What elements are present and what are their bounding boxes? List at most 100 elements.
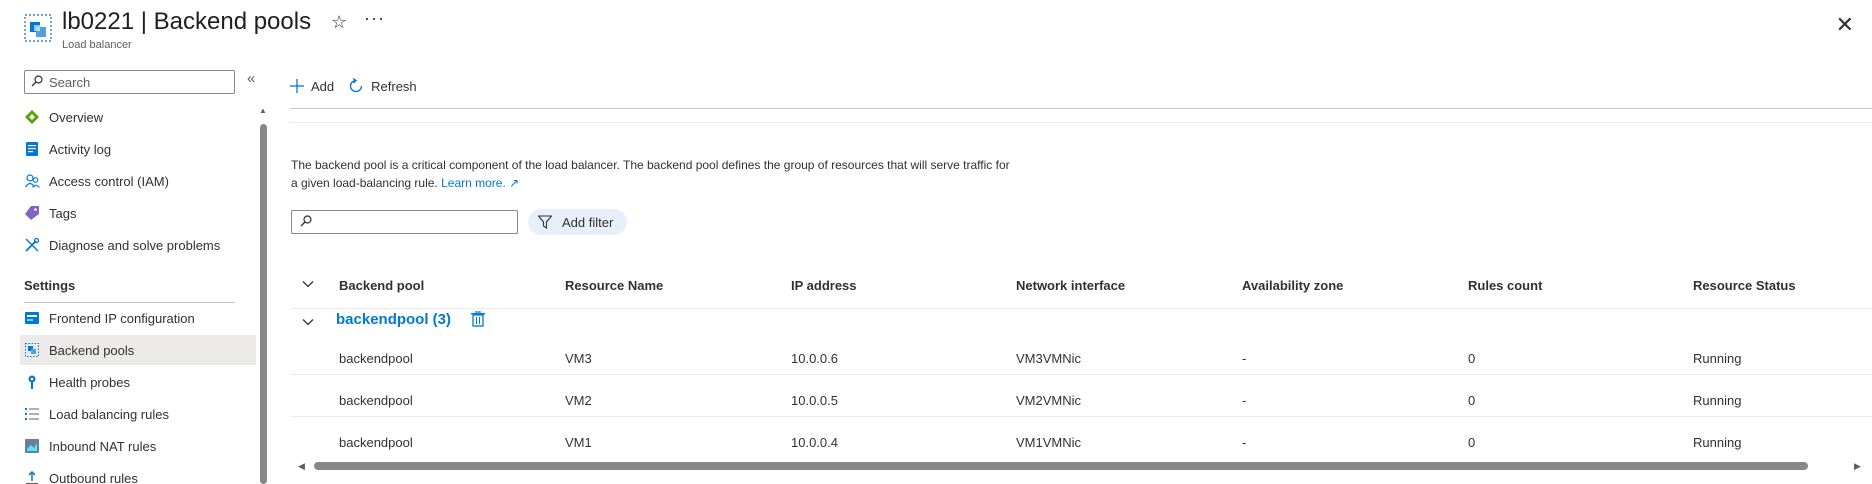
backend-pool-group-link[interactable]: backendpool (3) (336, 311, 451, 328)
table-cell: Running (1693, 351, 1742, 366)
table-cell: backendpool (339, 393, 413, 408)
learn-more-link[interactable]: Learn more. ↗ (441, 176, 519, 190)
scroll-left-icon[interactable]: ◀ (298, 461, 305, 472)
backend-pool-icon (24, 342, 40, 358)
sidebar-item-overview[interactable]: Overview (20, 102, 256, 132)
table-cell: VM3 (565, 351, 592, 366)
table-search-box[interactable] (291, 210, 518, 234)
group-collapse-chevron-icon[interactable] (302, 316, 314, 331)
sidebar-scrollbar[interactable] (260, 124, 267, 484)
content-divider (290, 122, 1872, 123)
table-cell: VM2VMNic (1016, 393, 1082, 408)
refresh-button[interactable]: Refresh (348, 78, 417, 94)
sidebar-item-label: Outbound rules (49, 470, 138, 484)
scroll-right-icon[interactable]: ▶ (1854, 461, 1861, 472)
command-bar: Add Refresh (290, 78, 431, 94)
sidebar-item-tags[interactable]: Tags (20, 198, 256, 228)
sidebar-search-box[interactable] (24, 70, 235, 94)
table-cell: - (1242, 393, 1247, 408)
resource-type-subtitle: Load balancer (62, 39, 132, 51)
overview-icon (24, 109, 40, 125)
add-filter-button[interactable]: Add filter (528, 209, 628, 235)
sidebar-item-label: Frontend IP configuration (49, 310, 195, 326)
sidebar-item-frontend-ip[interactable]: Frontend IP configuration (20, 303, 256, 333)
sidebar-item-load-balancing-rules[interactable]: Load balancing rules (20, 399, 256, 429)
more-options-icon[interactable]: ··· (364, 8, 385, 29)
sidebar-item-label: Health probes (49, 374, 130, 390)
column-header-ip-address[interactable]: IP address (791, 278, 857, 293)
table-cell: Running (1693, 435, 1742, 450)
table-cell: 10.0.0.5 (791, 393, 838, 408)
search-icon (300, 214, 312, 230)
header-divider (291, 308, 1872, 309)
table-cell: Running (1693, 393, 1742, 408)
sidebar-scroll-up-icon[interactable]: ▲ (259, 106, 267, 115)
table-cell: VM1 (565, 435, 592, 450)
sidebar-item-access-control[interactable]: Access control (IAM) (20, 166, 256, 196)
sidebar-item-activity-log[interactable]: Activity log (20, 134, 256, 164)
table-cell: 0 (1468, 393, 1476, 408)
sidebar-item-label: Tags (49, 205, 77, 221)
table-search-input[interactable] (318, 214, 513, 230)
add-filter-label: Add filter (562, 214, 614, 230)
load-balancer-icon (24, 14, 52, 42)
row-divider (291, 416, 1872, 417)
sidebar-item-outbound-rules[interactable]: Outbound rules (20, 463, 256, 484)
column-header-network-interface[interactable]: Network interface (1016, 278, 1125, 293)
page-title: lb0221 | Backend pools (62, 8, 312, 35)
sidebar-item-diagnose[interactable]: Diagnose and solve problems (20, 230, 256, 260)
sidebar-item-inbound-nat-rules[interactable]: Inbound NAT rules (20, 431, 256, 461)
sidebar-section-settings: Settings (24, 278, 76, 293)
add-button-label: Add (311, 78, 335, 94)
column-header-backend-pool[interactable]: Backend pool (339, 278, 424, 293)
people-icon (24, 173, 40, 189)
filter-icon (538, 215, 552, 229)
star-icon[interactable]: ☆ (331, 12, 347, 33)
trash-icon[interactable] (471, 310, 485, 330)
column-header-resource-status[interactable]: Resource Status (1693, 278, 1796, 293)
sidebar-item-label: Inbound NAT rules (49, 438, 157, 454)
sidebar-item-label: Backend pools (49, 342, 135, 358)
description-text: The backend pool is a critical component… (291, 156, 1011, 192)
table-cell: 10.0.0.6 (791, 351, 838, 366)
nat-icon (24, 438, 40, 454)
toolbar-divider (290, 108, 1872, 109)
add-button[interactable]: Add (290, 79, 334, 94)
sidebar-item-health-probes[interactable]: Health probes (20, 367, 256, 397)
table-cell: 10.0.0.4 (791, 435, 838, 450)
sidebar-item-label: Overview (49, 109, 104, 125)
sidebar-item-label: Activity log (49, 141, 112, 157)
rules-list-icon (24, 406, 40, 422)
collapse-sidebar-icon[interactable]: « (247, 70, 255, 87)
table-cell: backendpool (339, 351, 413, 366)
table-cell: 0 (1468, 351, 1476, 366)
refresh-icon (348, 78, 364, 94)
activity-log-icon (24, 141, 40, 157)
sidebar-item-label: Access control (IAM) (49, 173, 169, 189)
expand-all-chevron-icon[interactable] (302, 278, 314, 293)
sidebar-item-label: Load balancing rules (49, 406, 169, 422)
table-cell: - (1242, 435, 1247, 450)
sidebar-item-label: Diagnose and solve problems (49, 237, 221, 253)
refresh-button-label: Refresh (371, 78, 417, 94)
horizontal-scrollbar[interactable] (314, 462, 1808, 470)
sidebar-search-input[interactable] (49, 74, 219, 90)
wrench-icon (24, 237, 40, 253)
frontend-ip-icon (24, 310, 40, 326)
tag-icon (24, 205, 40, 221)
table-cell: backendpool (339, 435, 413, 450)
description-body: The backend pool is a critical component… (291, 158, 1010, 190)
close-icon[interactable]: ✕ (1836, 12, 1854, 38)
column-header-availability-zone[interactable]: Availability zone (1242, 278, 1343, 293)
table-cell: VM2 (565, 393, 592, 408)
column-header-rules-count[interactable]: Rules count (1468, 278, 1542, 293)
column-header-resource-name[interactable]: Resource Name (565, 278, 663, 293)
table-cell: 0 (1468, 435, 1476, 450)
row-divider (291, 374, 1872, 375)
search-icon (31, 74, 43, 90)
health-probe-icon (24, 374, 40, 390)
table-cell: - (1242, 351, 1247, 366)
sidebar-item-backend-pools[interactable]: Backend pools (20, 335, 256, 365)
plus-icon (290, 79, 304, 93)
outbound-icon (24, 470, 40, 484)
